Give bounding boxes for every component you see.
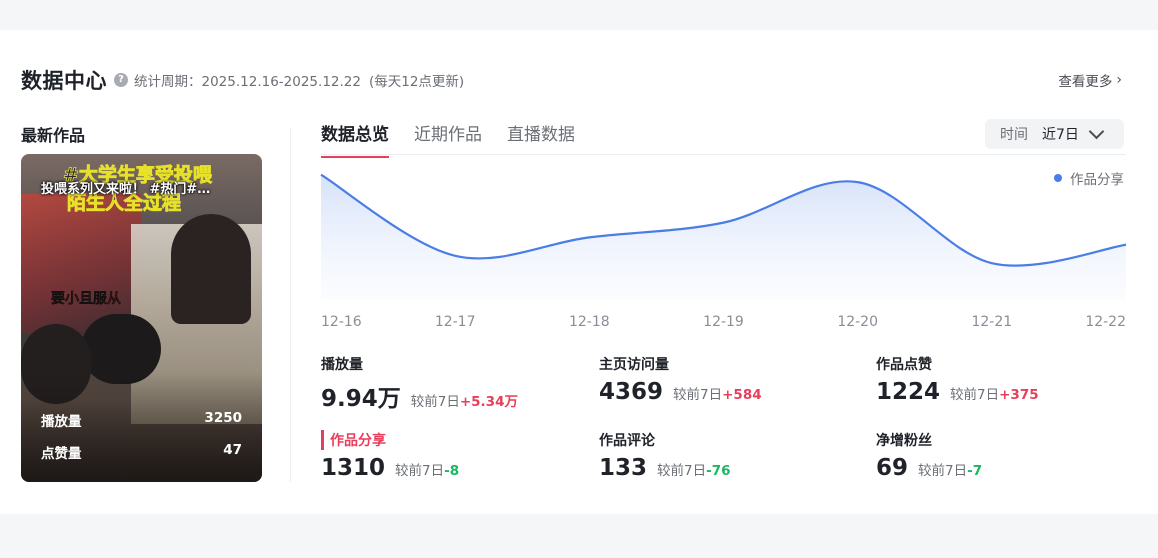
legend-label: 作品分享 bbox=[1070, 172, 1124, 188]
metric-shares[interactable]: 作品分享 1310 较前7日 -8 bbox=[321, 430, 459, 481]
thumbnail-scene bbox=[21, 194, 141, 334]
work-caption: 投喂系列又来啦！ #热门#… bbox=[41, 182, 211, 197]
latest-work-thumbnail[interactable]: #大学生享受投喂 陌生人全过程 投喂系列又来啦！ #热门#… 要小且服从 播放量… bbox=[21, 154, 262, 482]
help-icon[interactable]: ? bbox=[114, 73, 128, 87]
metric-label: 播放量 bbox=[321, 357, 363, 373]
like-count-value: 47 bbox=[223, 442, 242, 458]
latest-works-label: 最新作品 bbox=[21, 126, 86, 145]
metric-value: 1224 bbox=[876, 379, 941, 405]
view-more-link[interactable]: 查看更多 › bbox=[1058, 70, 1122, 90]
metric-comments[interactable]: 作品评论 133 较前7日 -76 bbox=[599, 430, 731, 481]
like-count-label: 点赞量 bbox=[41, 446, 82, 462]
metric-compare: 较前7日 bbox=[395, 463, 445, 479]
chevron-down-icon bbox=[1088, 123, 1105, 140]
stat-period: 统计周期：2025.12.16-2025.12.22 (每天12点更新) bbox=[134, 70, 464, 90]
header: 数据中心 ? 统计周期：2025.12.16-2025.12.22 (每天12点更… bbox=[21, 66, 464, 94]
divider bbox=[290, 128, 291, 482]
time-range-select[interactable]: 时间 近7日 bbox=[985, 119, 1124, 149]
metric-compare: 较前7日 bbox=[950, 387, 1000, 403]
thumbnail-overlay-text: 要小且服从 bbox=[51, 291, 121, 307]
metric-compare: 较前7日 bbox=[918, 463, 968, 479]
play-count-label: 播放量 bbox=[41, 414, 82, 430]
metric-value: 9.94万 bbox=[321, 386, 401, 412]
metric-delta: -76 bbox=[706, 463, 731, 479]
page-title: 数据中心 bbox=[21, 69, 107, 93]
metric-value: 133 bbox=[599, 455, 648, 481]
metric-label: 主页访问量 bbox=[599, 357, 669, 373]
metric-delta: +584 bbox=[722, 387, 762, 403]
metric-likes[interactable]: 作品点赞 1224 较前7日 +375 bbox=[876, 354, 1039, 405]
chart-legend: 作品分享 bbox=[1054, 168, 1124, 188]
metric-delta: +375 bbox=[999, 387, 1039, 403]
metric-delta: -8 bbox=[444, 463, 460, 479]
metric-delta: -7 bbox=[967, 463, 983, 479]
metric-label: 作品分享 bbox=[321, 430, 459, 450]
view-more-label: 查看更多 bbox=[1058, 74, 1113, 90]
tab-bar: 数据总览 近期作品 直播数据 bbox=[321, 120, 600, 158]
period-text: 统计周期：2025.12.16-2025.12.22 bbox=[134, 74, 361, 90]
legend-dot-icon bbox=[1054, 174, 1062, 182]
metric-new-followers[interactable]: 净增粉丝 69 较前7日 -7 bbox=[876, 430, 982, 481]
tab-live-data[interactable]: 直播数据 bbox=[507, 120, 575, 158]
tab-overview[interactable]: 数据总览 bbox=[321, 120, 389, 158]
metric-label: 作品点赞 bbox=[876, 357, 932, 373]
update-note: (每天12点更新) bbox=[368, 74, 465, 90]
metric-compare: 较前7日 bbox=[410, 394, 460, 410]
time-select-value: 近7日 bbox=[1042, 127, 1079, 143]
metric-value: 69 bbox=[876, 455, 909, 481]
play-count-value: 3250 bbox=[204, 410, 242, 426]
chevron-right-icon: › bbox=[1116, 72, 1122, 88]
metric-delta: +5.34万 bbox=[459, 394, 518, 410]
metric-label: 净增粉丝 bbox=[876, 433, 932, 449]
metric-label: 作品评论 bbox=[599, 433, 655, 449]
time-select-label: 时间 bbox=[1000, 127, 1028, 143]
metric-compare: 较前7日 bbox=[657, 463, 707, 479]
thumbnail-scene bbox=[171, 214, 251, 324]
metric-profile-visits[interactable]: 主页访问量 4369 较前7日 +584 bbox=[599, 354, 762, 405]
metric-value: 1310 bbox=[321, 455, 386, 481]
tab-divider bbox=[321, 154, 1126, 155]
metric-plays[interactable]: 播放量 9.94万 较前7日 +5.34万 bbox=[321, 354, 518, 413]
tab-recent-works[interactable]: 近期作品 bbox=[414, 120, 482, 158]
metric-compare: 较前7日 bbox=[673, 387, 723, 403]
metric-value: 4369 bbox=[599, 379, 664, 405]
data-center-card: 数据中心 ? 统计周期：2025.12.16-2025.12.22 (每天12点更… bbox=[0, 30, 1158, 514]
